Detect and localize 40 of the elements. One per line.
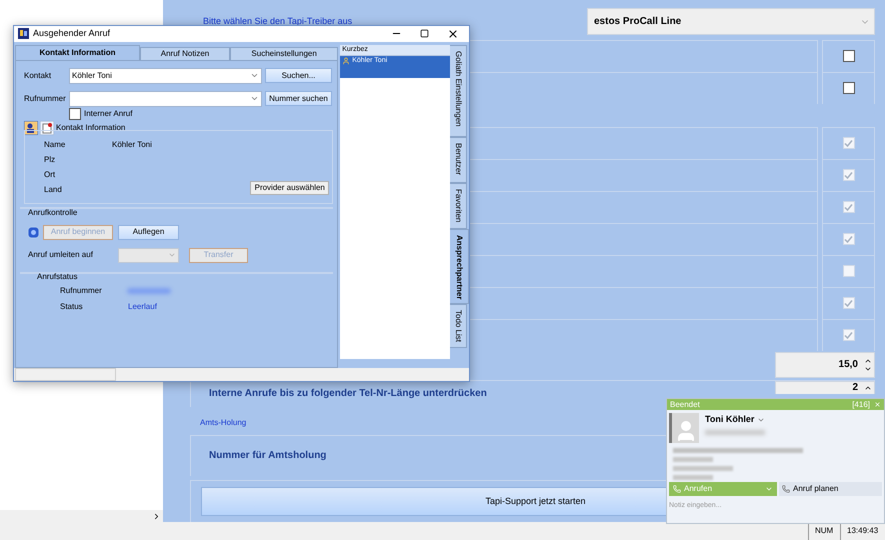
hint-text: Bitte wählen Sie den Tapi-Treiber aus: [202, 15, 354, 28]
provider-button[interactable]: Provider auswählen: [250, 180, 330, 195]
section-title: Anrufkontrolle: [27, 206, 78, 219]
spin-field[interactable]: 2: [775, 380, 875, 394]
group-title: Kontakt Information: [56, 122, 126, 134]
contact-dropdown[interactable]: Köhler Toni: [69, 68, 262, 84]
field-label: Anruf umleiten auf: [28, 249, 94, 262]
side-tab[interactable]: Favoriten: [450, 182, 467, 229]
window-title: Ausgehender Anruf: [33, 27, 112, 40]
side-tab[interactable]: Todo List: [450, 304, 467, 348]
amts-label: Nummer für Amtsholung: [209, 450, 326, 461]
info-value: Köhler Toni: [112, 138, 152, 150]
contact-name: Toni Köhler: [705, 413, 754, 426]
status-label: Status: [60, 300, 84, 313]
driver-dropdown[interactable]: estos ProCall Line: [587, 8, 875, 36]
section-title: Anrufstatus: [36, 270, 78, 283]
info-label: Plz: [44, 154, 56, 165]
status-label: Rufnummer: [60, 284, 103, 297]
side-tab[interactable]: Ansprechpartner: [450, 228, 469, 304]
side-tab[interactable]: Benutzer: [450, 136, 467, 183]
side-tab[interactable]: Goliath Einstellungen: [450, 44, 467, 137]
search-button[interactable]: Suchen...: [265, 68, 332, 84]
field-label: Kontakt: [24, 70, 52, 82]
tab[interactable]: Kontakt Information: [15, 44, 140, 60]
section-title: Amts-Holung: [200, 416, 246, 429]
plan-call-button[interactable]: Anruf planen: [779, 482, 882, 496]
hangup-button[interactable]: Auflegen: [118, 224, 179, 240]
info-label: Name: [44, 138, 66, 150]
tab[interactable]: Sucheinstellungen: [230, 46, 338, 60]
call-count: [416]: [852, 398, 870, 410]
info-label: Ort: [44, 168, 56, 180]
number-search-button[interactable]: Nummer suchen: [265, 91, 332, 106]
spin-field[interactable]: 15,0: [775, 352, 875, 378]
suppress-label: Interne Anrufe bis zu folgender Tel-Nr-Länge unterdrücken: [209, 387, 488, 402]
field-label: Rufnummer: [24, 92, 67, 105]
info-label: Land: [44, 184, 63, 195]
tab[interactable]: Anruf Notizen: [140, 46, 230, 60]
checkbox-label: Interner Anruf: [84, 108, 132, 120]
call-state: Beendet: [670, 398, 701, 410]
status-value: Leerlauf: [128, 300, 157, 313]
